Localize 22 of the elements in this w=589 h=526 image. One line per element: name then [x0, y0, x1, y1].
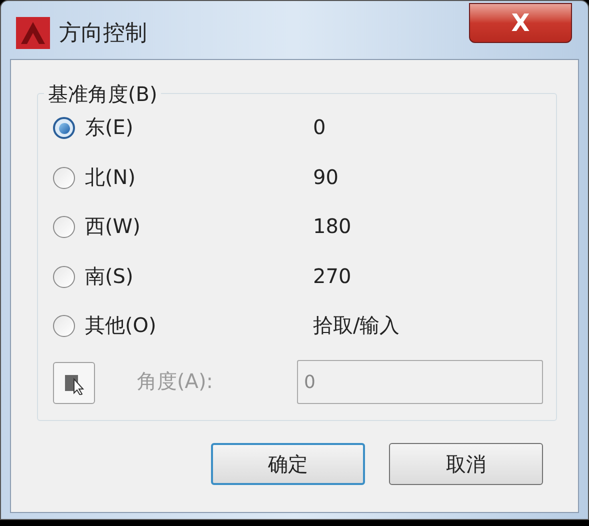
option-value: 0 [313, 117, 326, 137]
option-label: 南(S) [85, 266, 134, 286]
radio-button[interactable] [53, 315, 75, 337]
radio-button[interactable] [53, 166, 75, 188]
app-logo-icon [16, 17, 50, 49]
option-label: 东(E) [85, 117, 134, 137]
window-title: 方向控制 [59, 20, 147, 48]
pick-button[interactable] [53, 362, 95, 404]
dialog-button[interactable]: 确定 [211, 443, 365, 485]
dialog-button[interactable]: 取消 [389, 443, 543, 485]
option-label: 北(N) [85, 166, 136, 186]
angle-label: 角度(A): [137, 368, 214, 395]
option-value: 拾取/输入 [313, 315, 400, 335]
option-label: 其他(O) [85, 315, 156, 335]
radio-button[interactable] [53, 266, 75, 288]
option-value: 90 [313, 166, 338, 186]
option-label: 西(W) [85, 216, 140, 236]
option-value: 270 [313, 266, 352, 286]
radio-button[interactable] [53, 117, 75, 139]
option-value: 180 [313, 216, 352, 236]
close-button[interactable]: X [469, 3, 572, 43]
radio-button[interactable] [53, 216, 75, 238]
